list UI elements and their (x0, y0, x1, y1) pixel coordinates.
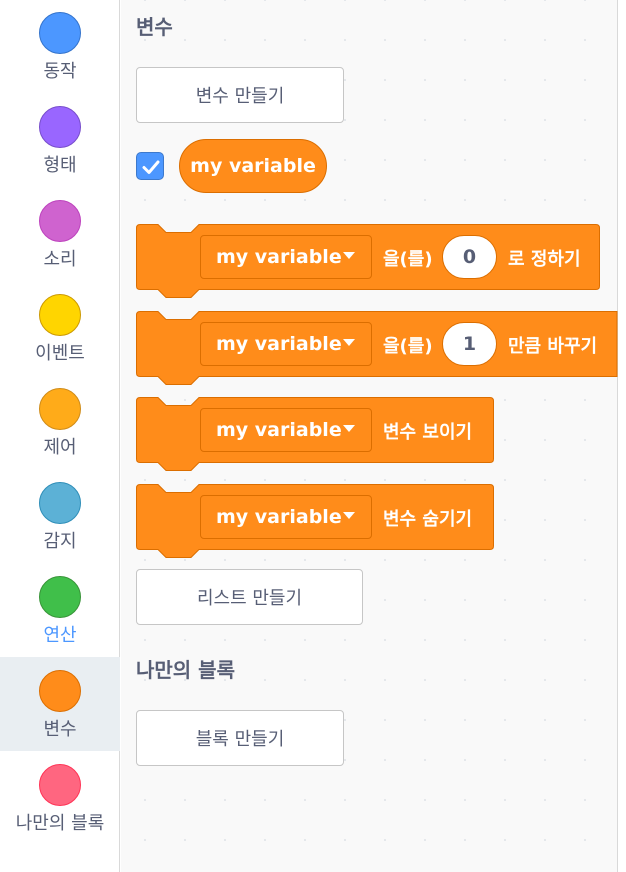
dropdown-value: my variable (216, 419, 342, 441)
category-my-blocks[interactable]: 나만의 블록 (0, 751, 120, 845)
value-input[interactable]: 1 (442, 322, 497, 366)
dropdown-arrow-icon (343, 252, 355, 259)
control-color-dot (39, 388, 81, 430)
sensing-color-dot (39, 482, 81, 524)
my-blocks-color-dot (39, 764, 81, 806)
checkmark-icon (142, 160, 160, 174)
category-label: 나만의 블록 (15, 813, 105, 834)
category-menu: 동작 형태 소리 이벤트 제어 감지 연산 변수 나만의 블록 (0, 0, 120, 872)
block-label: 을(를) (383, 249, 433, 270)
events-color-dot (39, 294, 81, 336)
make-block-button[interactable]: 블록 만들기 (136, 710, 344, 766)
category-control[interactable]: 제어 (0, 362, 120, 458)
palette-edge (617, 0, 626, 872)
variable-dropdown[interactable]: my variable (200, 408, 372, 452)
sound-color-dot (39, 200, 81, 242)
category-operators[interactable]: 연산 (0, 550, 120, 646)
category-label: 변수 (43, 719, 77, 740)
hide-variable-block[interactable]: my variable 변수 숨기기 (136, 484, 494, 560)
category-label: 연산 (43, 625, 77, 646)
variable-dropdown[interactable]: my variable (200, 322, 372, 366)
variable-dropdown[interactable]: my variable (200, 235, 372, 279)
dropdown-value: my variable (216, 506, 342, 528)
category-sound[interactable]: 소리 (0, 174, 120, 270)
change-variable-block[interactable]: my variable 을(를) 1 만큼 바꾸기 (136, 311, 618, 387)
dropdown-arrow-icon (343, 425, 355, 432)
dropdown-value: my variable (216, 246, 342, 268)
category-motion[interactable]: 동작 (0, 0, 120, 82)
operators-color-dot (39, 576, 81, 618)
variables-color-dot (39, 670, 81, 712)
category-variables[interactable]: 변수 (0, 657, 120, 751)
block-label: 변수 보이기 (383, 422, 473, 443)
variable-reporter-block[interactable]: my variable (179, 139, 327, 193)
looks-color-dot (39, 106, 81, 148)
my-blocks-section-title: 나만의 블록 (136, 658, 235, 682)
block-label: 을(를) (383, 336, 433, 357)
category-events[interactable]: 이벤트 (0, 268, 120, 364)
dropdown-value: my variable (216, 333, 342, 355)
block-label: 로 정하기 (508, 249, 581, 270)
block-label: 변수 숨기기 (383, 509, 473, 530)
dropdown-arrow-icon (343, 339, 355, 346)
make-variable-button[interactable]: 변수 만들기 (136, 67, 344, 123)
show-variable-block[interactable]: my variable 변수 보이기 (136, 397, 494, 473)
set-variable-block[interactable]: my variable 을(를) 0 로 정하기 (136, 224, 600, 300)
value-input[interactable]: 0 (442, 235, 497, 279)
category-looks[interactable]: 형태 (0, 80, 120, 176)
category-sensing[interactable]: 감지 (0, 456, 120, 552)
variable-monitor-checkbox[interactable] (136, 152, 164, 180)
dropdown-arrow-icon (343, 512, 355, 519)
variables-section-title: 변수 (136, 15, 173, 39)
block-label: 만큼 바꾸기 (508, 336, 598, 357)
motion-color-dot (39, 12, 81, 54)
make-list-button[interactable]: 리스트 만들기 (136, 569, 363, 625)
variable-dropdown[interactable]: my variable (200, 495, 372, 539)
